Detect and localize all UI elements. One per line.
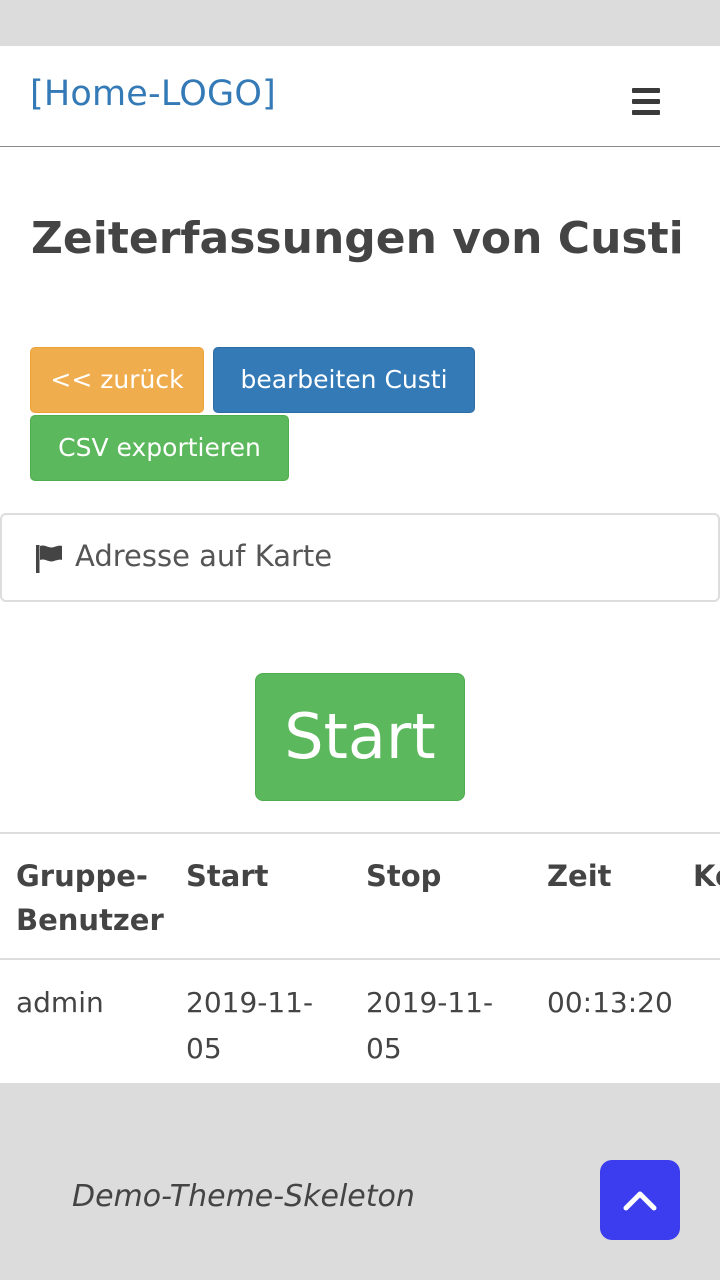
page-title: Zeiterfassungen von Custi (31, 213, 684, 264)
column-header-time: Zeit (547, 859, 612, 893)
column-header-truncated: Ko (693, 859, 720, 893)
main-content: Zeiterfassungen von Custi << zurück bear… (0, 147, 720, 1085)
status-bar (0, 0, 720, 46)
table-cell-time: 00:13:20 (547, 986, 673, 1019)
column-header-stop: Stop (366, 859, 442, 893)
map-address-panel[interactable]: Adresse auf Karte (0, 513, 720, 602)
flag-icon (36, 545, 62, 573)
footer: Demo-Theme-Skeleton (0, 1083, 720, 1280)
edit-button[interactable]: bearbeiten Custi (213, 347, 475, 413)
hamburger-menu-icon[interactable] (632, 88, 660, 116)
home-logo-link[interactable]: [Home-LOGO] (30, 74, 276, 114)
table-cell-user: admin (16, 986, 104, 1019)
column-header-user: Gruppe-Benutzer (16, 859, 164, 937)
time-entries-table: Gruppe-Benutzer Start Stop Zeit Ko admin… (0, 832, 720, 1085)
navbar: [Home-LOGO] (0, 46, 720, 147)
start-button[interactable]: Start (255, 673, 465, 801)
csv-export-button[interactable]: CSV exportieren (30, 415, 289, 481)
chevron-up-icon (623, 1191, 657, 1211)
row-divider (0, 958, 720, 960)
back-button[interactable]: << zurück (30, 347, 204, 413)
map-address-label: Adresse auf Karte (75, 539, 333, 573)
table-cell-start: 2019-11-05 13:11:45 (186, 986, 314, 1085)
column-header-start: Start (186, 859, 269, 893)
footer-text: Demo-Theme-Skeleton (72, 1179, 415, 1214)
scroll-to-top-button[interactable] (600, 1160, 680, 1240)
table-cell-stop: 2019-11-05 13:23:17 (366, 986, 494, 1085)
